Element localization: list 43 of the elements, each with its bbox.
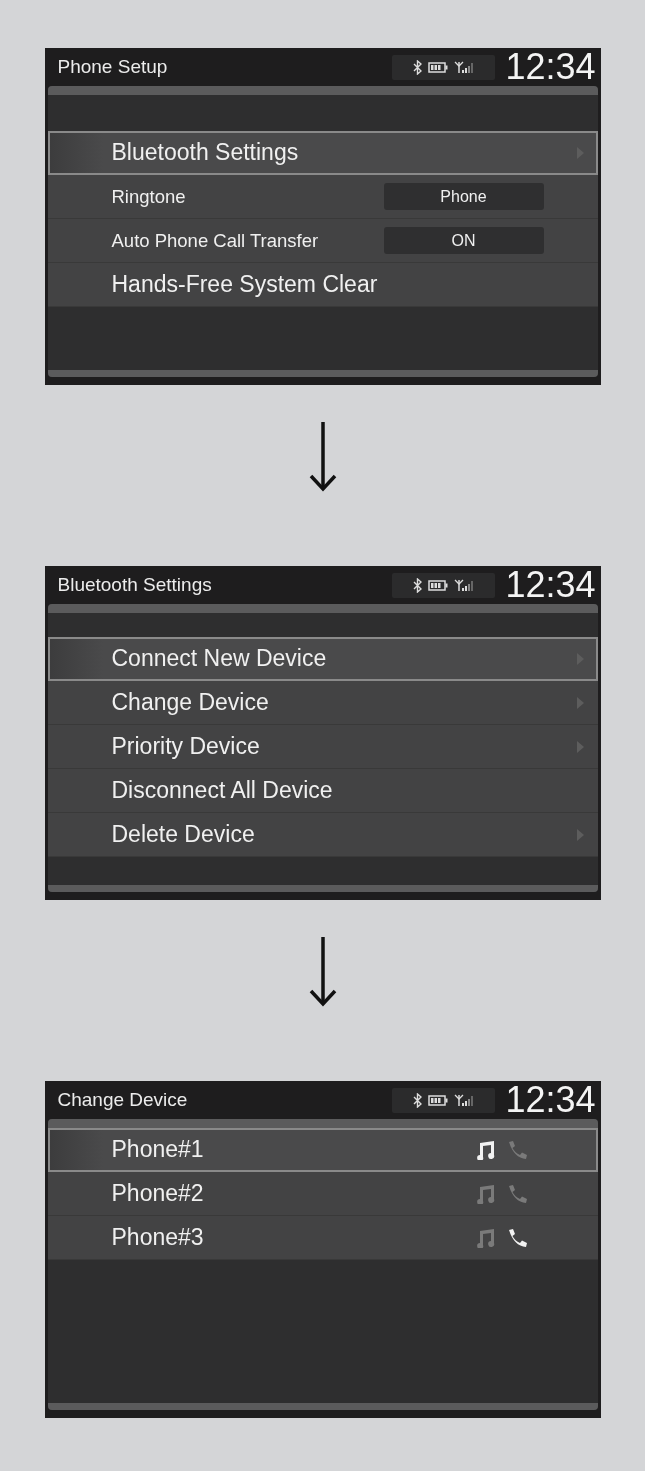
bluetooth-icon [413, 577, 423, 593]
signal-icon [454, 578, 475, 592]
battery-icon [428, 1094, 449, 1106]
menu-label: Connect New Device [111, 645, 328, 672]
device-name: Phone#1 [111, 1136, 205, 1163]
screen-title: Change Device [57, 1089, 189, 1111]
menu-item[interactable]: Ringtone Phone [47, 175, 598, 219]
battery-icon [428, 61, 449, 73]
battery-icon [428, 579, 449, 591]
bluetooth-icon [413, 1092, 423, 1108]
device-name: Phone#3 [111, 1224, 205, 1251]
clock: 12:34 [505, 48, 596, 86]
menu-label: Hands-Free System Clear [111, 271, 379, 298]
clock: 12:34 [505, 1081, 596, 1119]
menu-item[interactable]: Bluetooth Settings [47, 131, 598, 175]
setting-label: Auto Phone Call Transfer [111, 229, 320, 252]
menu-item[interactable]: Delete Device [47, 813, 598, 857]
setting-value: ON [383, 227, 544, 254]
menu-item[interactable]: Phone#2 [47, 1172, 598, 1216]
setting-value: Phone [383, 183, 544, 210]
menu-item[interactable]: Hands-Free System Clear [47, 263, 598, 307]
menu-label: Priority Device [111, 733, 261, 760]
menu-item[interactable]: Phone#1 [47, 1128, 598, 1172]
menu-label: Bluetooth Settings [111, 139, 300, 166]
menu-item[interactable]: Priority Device [47, 725, 598, 769]
setting-label: Ringtone [111, 185, 187, 208]
menu-label: Disconnect All Device [111, 777, 334, 804]
menu-item[interactable]: Phone#3 [47, 1216, 598, 1260]
menu-item[interactable]: Change Device [47, 681, 598, 725]
signal-icon [454, 1093, 475, 1107]
screen-title: Bluetooth Settings [57, 574, 213, 596]
screen-title: Phone Setup [57, 56, 169, 78]
menu-label: Delete Device [111, 821, 256, 848]
menu-item[interactable]: Disconnect All Device [47, 769, 598, 813]
signal-icon [454, 60, 475, 74]
down-arrow-icon [307, 422, 338, 492]
menu-item[interactable]: Auto Phone Call Transfer ON [47, 219, 598, 263]
device-name: Phone#2 [111, 1180, 205, 1207]
down-arrow-icon [307, 937, 338, 1007]
menu-label: Change Device [111, 689, 270, 716]
clock: 12:34 [505, 566, 596, 604]
menu-item[interactable]: Connect New Device [47, 637, 598, 681]
bluetooth-icon [413, 59, 423, 75]
